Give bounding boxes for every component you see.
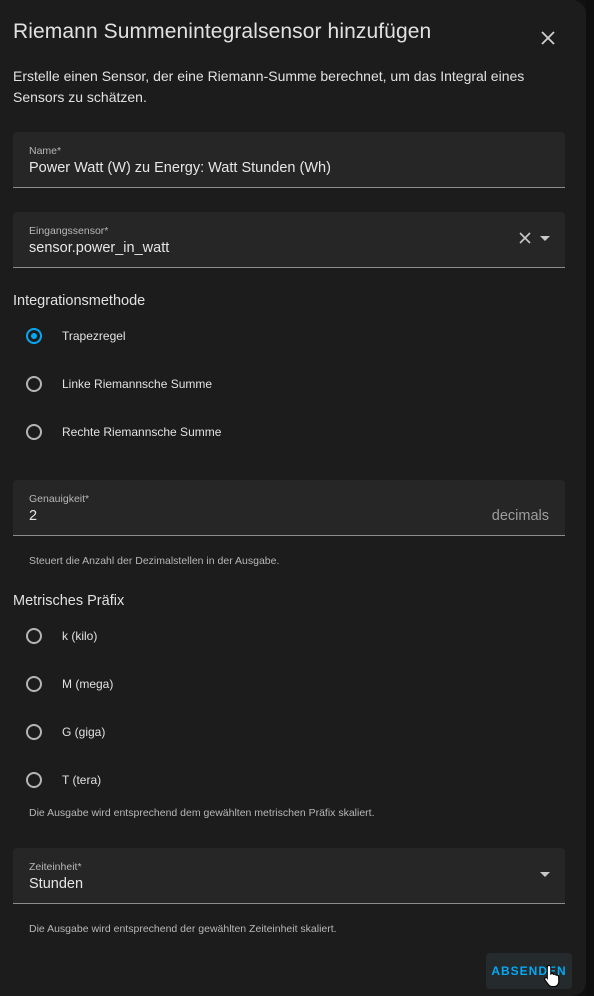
radio-option-right-riemann[interactable]: Rechte Riemannsche Summe xyxy=(26,420,221,444)
radio-option-trapezregel[interactable]: Trapezregel xyxy=(26,324,126,348)
source-sensor-label: Eingangssensor* xyxy=(29,225,109,237)
pointer-cursor-icon xyxy=(544,964,560,988)
time-unit-label: Zeiteinheit* xyxy=(29,861,82,873)
radio-label: G (giga) xyxy=(62,725,106,739)
radio-label: M (mega) xyxy=(62,677,114,691)
dialog: Riemann Summenintegralsensor hinzufügen … xyxy=(0,0,586,996)
close-icon xyxy=(541,31,555,45)
radio-option-kilo[interactable]: k (kilo) xyxy=(26,624,97,648)
radio-button-checked[interactable] xyxy=(26,328,42,344)
precision-value[interactable]: 2 xyxy=(29,508,37,524)
clear-icon xyxy=(519,232,531,244)
prefix-helper-text: Die Ausgabe wird entsprechend dem gewähl… xyxy=(29,807,375,819)
source-dropdown-toggle[interactable] xyxy=(539,232,551,244)
radio-button[interactable] xyxy=(26,676,42,692)
precision-helper-text: Steuert die Anzahl der Dezimalstellen in… xyxy=(29,555,280,567)
dialog-title: Riemann Summenintegralsensor hinzufügen xyxy=(13,20,432,43)
radio-label: k (kilo) xyxy=(62,629,98,643)
time-unit-field[interactable]: Zeiteinheit* Stunden xyxy=(13,848,565,904)
dialog-description: Erstelle einen Sensor, der eine Riemann-… xyxy=(13,68,525,105)
background-edge xyxy=(586,0,594,996)
radio-option-left-riemann[interactable]: Linke Riemannsche Summe xyxy=(26,372,212,396)
radio-button[interactable] xyxy=(26,724,42,740)
time-unit-dropdown-toggle[interactable] xyxy=(539,868,551,880)
radio-option-tera[interactable]: T (tera) xyxy=(26,768,101,792)
radio-label: Rechte Riemannsche Summe xyxy=(62,425,222,439)
radio-button[interactable] xyxy=(26,628,42,644)
metric-prefix-title: Metrisches Präfix xyxy=(13,593,125,609)
name-field[interactable]: Name* Power Watt (W) zu Energy: Watt Stu… xyxy=(13,132,565,188)
radio-option-giga[interactable]: G (giga) xyxy=(26,720,105,744)
time-unit-value[interactable]: Stunden xyxy=(29,876,83,892)
source-sensor-value[interactable]: sensor.power_in_watt xyxy=(29,240,169,256)
radio-button[interactable] xyxy=(26,772,42,788)
name-field-value[interactable]: Power Watt (W) zu Energy: Watt Stunden (… xyxy=(29,160,331,176)
time-unit-helper-text: Die Ausgabe wird entsprechend der gewähl… xyxy=(29,923,337,935)
radio-label: Linke Riemannsche Summe xyxy=(62,377,213,391)
source-sensor-field[interactable]: Eingangssensor* sensor.power_in_watt xyxy=(13,212,565,268)
dropdown-arrow-icon xyxy=(540,236,550,241)
radio-label: T (tera) xyxy=(62,773,102,787)
precision-suffix: decimals xyxy=(491,508,549,524)
radio-button[interactable] xyxy=(26,376,42,392)
dropdown-arrow-icon xyxy=(540,872,550,877)
radio-button[interactable] xyxy=(26,424,42,440)
precision-field[interactable]: Genauigkeit* 2 decimals xyxy=(13,480,565,536)
integration-method-title: Integrationsmethode xyxy=(13,293,146,309)
radio-option-mega[interactable]: M (mega) xyxy=(26,672,113,696)
clear-button[interactable] xyxy=(519,232,531,244)
name-field-label: Name* xyxy=(29,145,62,157)
precision-label: Genauigkeit* xyxy=(29,493,90,505)
radio-label: Trapezregel xyxy=(62,329,126,343)
close-button[interactable] xyxy=(530,20,566,56)
